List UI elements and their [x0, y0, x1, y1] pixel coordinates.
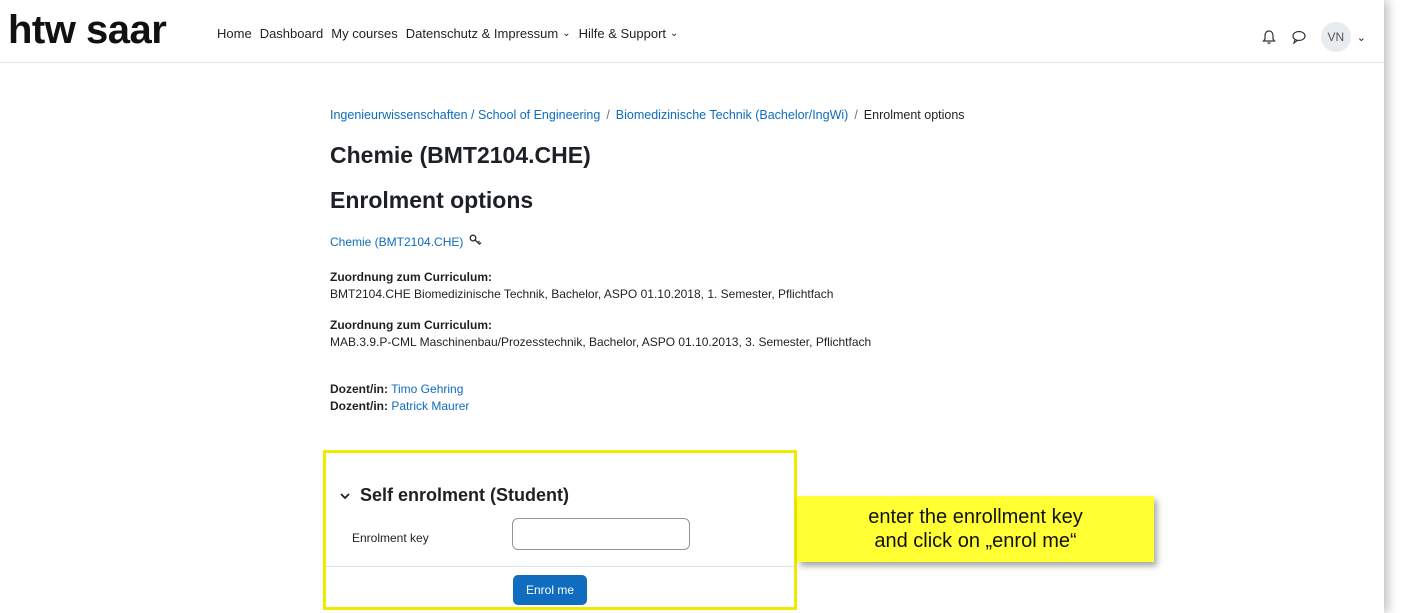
- curriculum-block-2: Zuordnung zum Curriculum: MAB.3.9.P-CML …: [330, 317, 1050, 351]
- breadcrumb-school-of-engineering[interactable]: Ingenieurwissenschaften / School of Engi…: [330, 108, 600, 122]
- top-navbar: htw saar Home Dashboard My courses Daten…: [0, 0, 1384, 63]
- teachers-list: Dozent/in: Timo Gehring Dozent/in: Patri…: [330, 381, 1050, 415]
- self-enrolment-heading: Self enrolment (Student): [360, 485, 570, 505]
- breadcrumb: Ingenieurwissenschaften / School of Engi…: [330, 108, 1050, 122]
- divider: [326, 566, 794, 567]
- main-content: Ingenieurwissenschaften / School of Engi…: [330, 108, 1050, 415]
- primary-navigation: Home Dashboard My courses Datenschutz & …: [217, 26, 686, 41]
- breadcrumb-separator: /: [854, 108, 858, 122]
- key-icon: [469, 234, 483, 249]
- nav-my-courses[interactable]: My courses: [331, 26, 397, 41]
- bell-icon[interactable]: [1261, 29, 1277, 45]
- teacher-link[interactable]: Timo Gehring: [391, 382, 463, 396]
- curriculum-block-1: Zuordnung zum Curriculum: BMT2104.CHE Bi…: [330, 269, 1050, 303]
- instruction-callout: enter the enrollment key and click on „e…: [797, 496, 1154, 562]
- nav-home[interactable]: Home: [217, 26, 252, 41]
- curriculum-label: Zuordnung zum Curriculum:: [330, 270, 492, 284]
- enrolment-key-input[interactable]: [512, 518, 690, 550]
- chat-icon[interactable]: [1291, 29, 1307, 45]
- curriculum-text: MAB.3.9.P-CML Maschinenbau/Prozesstechni…: [330, 335, 872, 349]
- callout-line-1: enter the enrollment key: [868, 506, 1083, 528]
- site-logo[interactable]: htw saar: [8, 8, 167, 53]
- curriculum-text: BMT2104.CHE Biomedizinische Technik, Bac…: [330, 287, 834, 301]
- self-enrolment-panel: Self enrolment (Student) Enrolment key E…: [323, 450, 797, 610]
- callout-line-2: and click on „enrol me“: [874, 530, 1077, 552]
- enrol-me-button[interactable]: Enrol me: [513, 575, 587, 605]
- teacher-link[interactable]: Patrick Maurer: [391, 399, 469, 413]
- user-navigation: VN ⌄: [1261, 22, 1366, 52]
- chevron-down-icon[interactable]: ⌄: [1357, 31, 1366, 44]
- chevron-down-icon: ⌄: [562, 28, 571, 39]
- user-avatar[interactable]: VN: [1320, 22, 1351, 52]
- page-frame: htw saar Home Dashboard My courses Daten…: [0, 0, 1384, 613]
- course-link[interactable]: Chemie (BMT2104.CHE): [330, 235, 463, 249]
- nav-datenschutz-impressum[interactable]: Datenschutz & Impressum ⌄: [406, 26, 571, 41]
- nav-hilfe-support[interactable]: Hilfe & Support ⌄: [579, 26, 679, 41]
- self-enrolment-header[interactable]: Self enrolment (Student): [340, 485, 569, 506]
- page-subtitle: Enrolment options: [330, 187, 534, 213]
- curriculum-label: Zuordnung zum Curriculum:: [330, 318, 492, 332]
- chevron-down-icon: ⌄: [670, 28, 679, 39]
- teacher-row: Dozent/in: Patrick Maurer: [330, 399, 470, 413]
- breadcrumb-current: Enrolment options: [863, 108, 965, 122]
- enrolment-key-label: Enrolment key: [352, 531, 429, 545]
- nav-dashboard[interactable]: Dashboard: [260, 26, 324, 41]
- teacher-row: Dozent/in: Timo Gehring: [330, 382, 464, 396]
- page-title: Chemie (BMT2104.CHE): [330, 142, 591, 168]
- breadcrumb-biomedizinische-technik[interactable]: Biomedizinische Technik (Bachelor/IngWi): [616, 108, 849, 122]
- chevron-down-icon[interactable]: [340, 488, 350, 503]
- breadcrumb-separator: /: [606, 108, 610, 122]
- course-link-row: Chemie (BMT2104.CHE): [330, 234, 1050, 249]
